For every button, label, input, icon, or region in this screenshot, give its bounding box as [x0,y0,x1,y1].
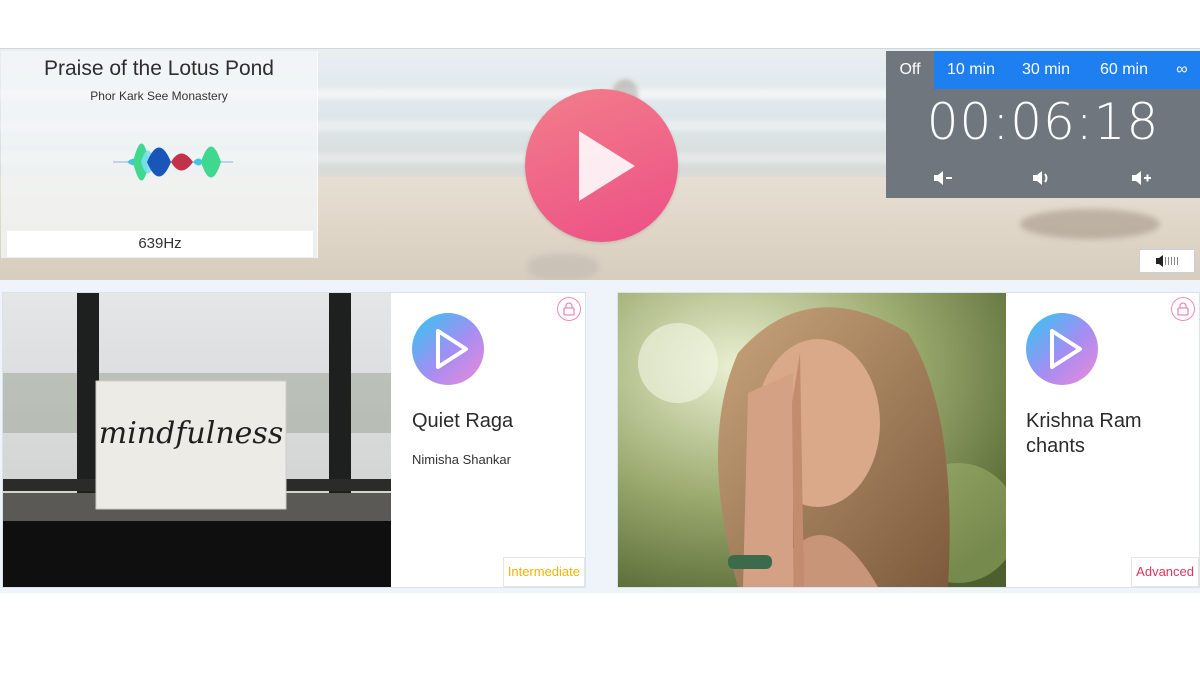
card-title: Quiet Raga [412,410,514,432]
background-figure-body [528,254,598,280]
track-artist: Phor Kark See Monastery [90,89,228,103]
difficulty-badge: Advanced [1131,557,1199,587]
tab-timer-10[interactable]: 10 min [934,51,1008,89]
frequency-label: 639Hz [7,231,313,257]
timer-display: 00:06:18 [926,93,1160,151]
volume-down-icon[interactable] [932,167,956,189]
play-icon [436,329,468,369]
photo-lettering: mindfulness [99,416,283,451]
tab-timer-off[interactable]: Off [886,51,934,89]
card-subtitle: Nimisha Shankar [412,452,511,467]
now-playing-card: Praise of the Lotus Pond Phor Kark See M… [1,51,318,258]
waveform-icon [113,143,233,181]
lock-icon [1171,297,1195,321]
card-photo-mindfulness: mindfulness [3,293,391,587]
volume-up-icon[interactable] [1130,167,1154,189]
background-seaweed [1020,209,1160,239]
timer-tabs: Off 10 min 30 min 60 min ∞ [886,51,1200,89]
card-play-button[interactable] [412,313,484,385]
meditation-photo [618,293,1006,587]
track-card-krishna-ram[interactable]: Krishna Ram chants Advanced [617,292,1200,588]
lock-icon [557,297,581,321]
mute-button[interactable] [1139,249,1195,273]
track-title: Praise of the Lotus Pond [44,57,274,80]
card-photo-meditation [618,293,1006,587]
volume-icon[interactable] [1031,167,1055,189]
sleep-timer-panel: Off 10 min 30 min 60 min ∞ 00:06:18 [886,51,1200,198]
tab-timer-infinite[interactable]: ∞ [1164,51,1200,89]
tab-timer-60[interactable]: 60 min [1084,51,1164,89]
difficulty-badge: Intermediate [502,557,585,587]
card-play-button[interactable] [1026,313,1098,385]
main-play-button[interactable] [525,89,678,242]
play-icon [1050,329,1082,369]
play-icon [579,131,635,201]
tab-timer-30[interactable]: 30 min [1008,51,1084,89]
mindfulness-photo: mindfulness [3,293,391,587]
track-card-quiet-raga[interactable]: mindfulness Quiet Raga Nimisha Shankar I… [2,292,586,588]
mute-volume-icon [1156,255,1178,267]
hero-player: Praise of the Lotus Pond Phor Kark See M… [0,48,1200,281]
card-title: Krishna Ram chants [1026,410,1142,457]
